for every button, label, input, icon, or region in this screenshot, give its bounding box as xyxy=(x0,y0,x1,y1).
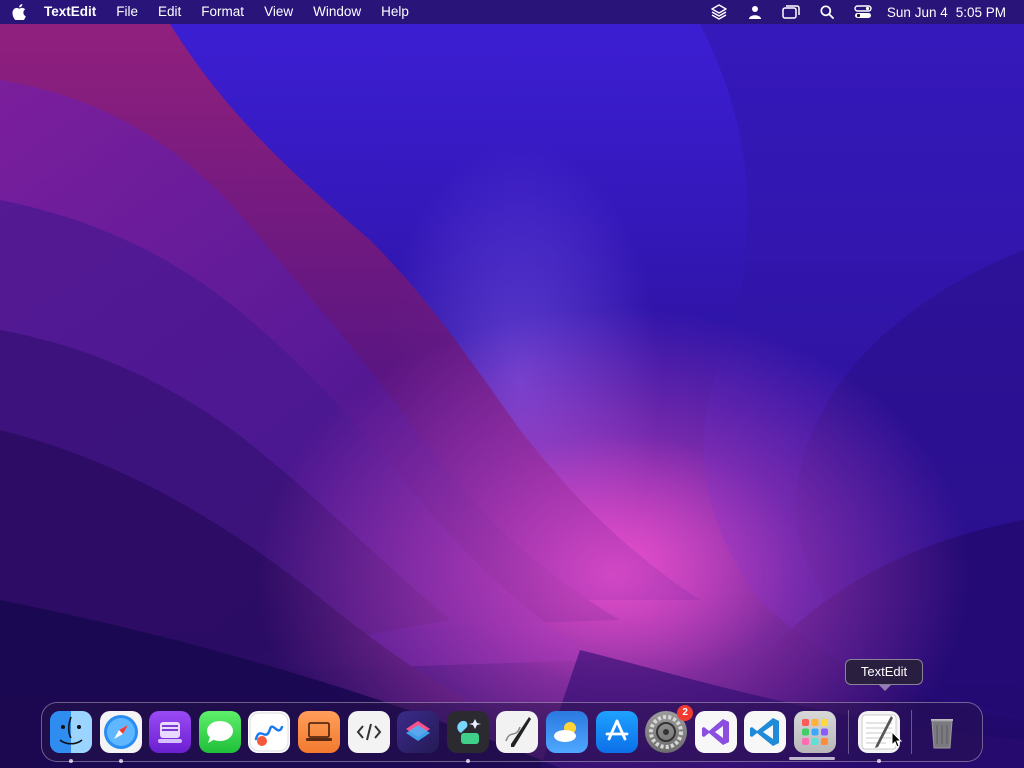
dock-item-system-settings[interactable]: 2 xyxy=(645,705,694,753)
dock-item-visual-studio[interactable] xyxy=(694,711,737,753)
dock-item-app-store[interactable] xyxy=(595,711,638,753)
mouse-cursor-icon xyxy=(891,731,903,748)
cleaner-icon xyxy=(457,719,481,744)
app-store-icon xyxy=(605,719,628,741)
dock-item-weather[interactable] xyxy=(545,711,588,753)
notification-badge: 2 xyxy=(677,705,694,721)
dock-item-pen[interactable] xyxy=(496,711,539,753)
menu-file[interactable]: File xyxy=(106,0,148,24)
trash-icon xyxy=(931,719,954,749)
pen-icon xyxy=(505,717,532,747)
dock-item-books[interactable] xyxy=(297,711,340,753)
screen-mirroring-icon[interactable] xyxy=(773,0,809,24)
dock-scroll-indicator xyxy=(789,757,835,760)
clock-time: 5:05 PM xyxy=(955,4,1006,20)
shortcuts-icon xyxy=(406,721,431,741)
books-icon xyxy=(305,722,332,741)
dock-item-script-editor[interactable] xyxy=(347,711,390,753)
podcasts-icon xyxy=(158,722,183,743)
menu-bar-clock[interactable]: Sun Jun 4 5:05 PM xyxy=(881,5,1006,20)
wallpaper-waves xyxy=(0,0,1024,768)
dock-item-messages[interactable] xyxy=(198,711,241,753)
dock-item-shortcuts[interactable] xyxy=(397,711,440,753)
user-icon[interactable] xyxy=(737,0,773,24)
dock-item-finder[interactable] xyxy=(50,711,92,763)
menu-view[interactable]: View xyxy=(254,0,303,24)
dock-item-vscode[interactable] xyxy=(744,711,787,753)
desktop-wallpaper xyxy=(0,0,1024,768)
script-editor-icon xyxy=(356,723,381,741)
messages-icon xyxy=(206,721,233,743)
running-indicator xyxy=(69,759,73,763)
dock-item-podcasts[interactable] xyxy=(149,711,192,753)
weather-icon xyxy=(553,722,576,742)
dock-item-trash[interactable] xyxy=(921,711,963,753)
dock-item-safari[interactable] xyxy=(99,711,142,763)
menu-bar: TextEdit File Edit Format View Window He… xyxy=(0,0,1024,24)
launchpad-icon xyxy=(801,719,828,745)
menu-window[interactable]: Window xyxy=(303,0,371,24)
dock-separator xyxy=(911,710,913,754)
running-indicator xyxy=(465,759,470,763)
clock-date: Sun Jun 4 xyxy=(886,4,948,20)
dock-item-cleaner[interactable] xyxy=(446,711,489,763)
vscode-icon xyxy=(750,718,780,746)
menu-app-name[interactable]: TextEdit xyxy=(38,0,106,24)
menu-format[interactable]: Format xyxy=(191,0,254,24)
search-icon[interactable] xyxy=(809,0,845,24)
dock-item-launchpad[interactable] xyxy=(793,711,836,753)
control-center-icon[interactable] xyxy=(845,0,881,24)
finder-icon xyxy=(50,711,92,753)
apple-logo-icon[interactable] xyxy=(0,0,38,24)
dock: 2 xyxy=(41,702,983,763)
layers-icon[interactable] xyxy=(701,0,737,24)
safari-icon xyxy=(103,715,138,749)
dock-item-freeform[interactable] xyxy=(248,711,291,753)
dock-tooltip: TextEdit xyxy=(845,659,923,691)
running-indicator xyxy=(118,759,123,763)
freeform-icon xyxy=(249,712,289,752)
menu-help[interactable]: Help xyxy=(371,0,419,24)
visual-studio-icon xyxy=(701,719,729,745)
running-indicator xyxy=(876,759,881,763)
dock-separator xyxy=(847,710,849,754)
menu-edit[interactable]: Edit xyxy=(148,0,191,24)
